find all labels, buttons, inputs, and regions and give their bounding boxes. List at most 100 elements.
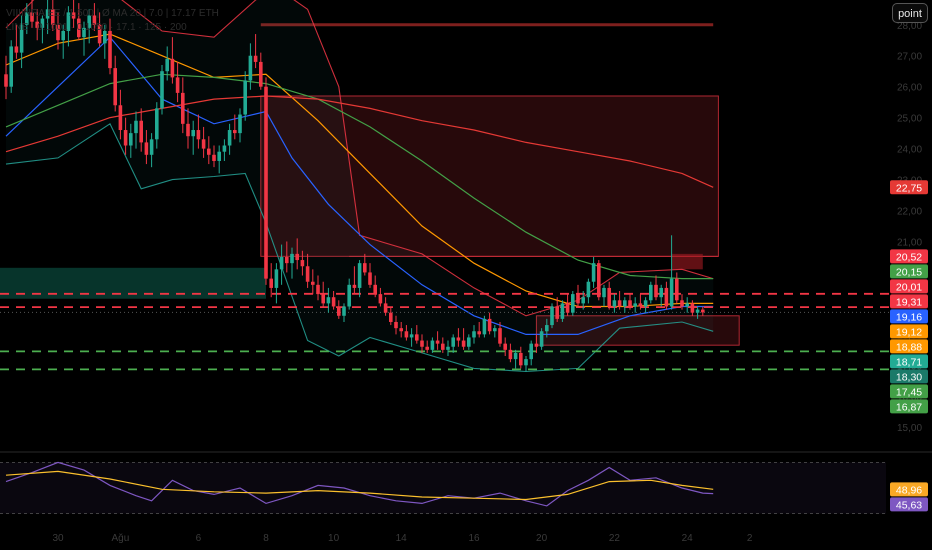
price-label-text: 17,45 <box>896 386 922 398</box>
candle-body <box>524 359 528 366</box>
candle[interactable] <box>274 263 279 304</box>
price-label-text: 20,15 <box>896 266 922 278</box>
price-label-text: 16,87 <box>896 401 922 413</box>
candle-body <box>612 300 617 307</box>
candle-body <box>227 130 232 146</box>
candle-body <box>576 294 580 304</box>
candle-body <box>461 340 466 347</box>
x-tick-label: 20 <box>536 533 548 544</box>
candle[interactable] <box>264 77 268 285</box>
candle-body <box>108 30 112 69</box>
candle-body <box>415 334 419 341</box>
candle-body <box>529 343 533 360</box>
candle-body <box>623 300 627 307</box>
candle-body <box>591 263 596 282</box>
y-tick-label: 21,00 <box>897 237 922 248</box>
price-label-text: 19,31 <box>896 296 922 308</box>
candle-body <box>123 130 128 146</box>
candle[interactable] <box>160 65 164 115</box>
price-label-text: 18,30 <box>896 371 922 383</box>
candle-body <box>259 61 263 87</box>
x-tick-label: 10 <box>328 533 340 544</box>
candle-body <box>617 300 622 307</box>
x-tick-label: 14 <box>396 533 408 544</box>
price-label: 19,16 <box>890 309 928 324</box>
candle-body <box>264 86 268 279</box>
rsi-band <box>0 462 886 514</box>
candle-body <box>347 284 351 307</box>
candle[interactable] <box>597 260 601 301</box>
candle-body <box>279 256 284 270</box>
candle-body <box>680 300 684 307</box>
candle[interactable] <box>649 281 653 304</box>
point-button[interactable]: point <box>892 3 928 23</box>
candle-body <box>675 278 679 301</box>
candle-body <box>269 278 273 288</box>
candle-body <box>222 145 227 152</box>
candle[interactable] <box>560 300 565 322</box>
candle-body <box>357 263 362 288</box>
candle[interactable] <box>571 291 575 316</box>
candle-body <box>441 343 445 350</box>
candle-body <box>633 303 637 307</box>
candle-body <box>404 331 409 338</box>
price-label: 19,31 <box>890 294 928 309</box>
candle-body <box>493 328 497 332</box>
candle[interactable] <box>591 256 596 288</box>
candle-body <box>513 352 518 360</box>
candle-body <box>243 80 247 115</box>
x-tick-label: 6 <box>196 533 202 544</box>
candle-body <box>165 58 169 72</box>
candle-body <box>233 130 237 134</box>
candle-body <box>456 337 461 341</box>
candle-body <box>446 346 450 350</box>
candle-body <box>654 284 658 298</box>
candle-body <box>597 263 601 298</box>
candle-body <box>181 92 185 124</box>
y-tick-label: 26,00 <box>897 83 922 94</box>
candle-body <box>253 55 258 62</box>
candle-body <box>519 352 523 366</box>
candle[interactable] <box>539 328 544 350</box>
candle-body <box>425 346 429 350</box>
y-tick-label: 25,00 <box>897 114 922 125</box>
zone-red-small <box>671 253 703 270</box>
x-tick-label: 16 <box>468 533 480 544</box>
candle-body <box>555 306 559 319</box>
candle-body <box>337 306 341 316</box>
candle-body <box>196 130 201 140</box>
candle-body <box>352 284 357 288</box>
candle[interactable] <box>576 284 580 307</box>
candle[interactable] <box>550 303 554 329</box>
candle[interactable] <box>9 40 13 93</box>
rsi-price-label: 48,96 <box>890 482 928 497</box>
candle-body <box>170 58 175 78</box>
rsi-price-label-text: 48,96 <box>896 484 922 496</box>
candle-body <box>285 256 289 264</box>
candle-body <box>685 303 689 307</box>
candle-body <box>602 287 606 298</box>
x-tick-label: 8 <box>263 533 269 544</box>
chart-canvas[interactable]: 15,0016,0017,0018,0019,0020,0021,0022,00… <box>0 0 932 550</box>
candle-body <box>669 278 674 307</box>
candle[interactable] <box>269 263 273 298</box>
candle-body <box>149 139 154 155</box>
price-label: 19,12 <box>890 324 928 339</box>
candle[interactable] <box>565 294 570 316</box>
candle-body <box>305 266 310 282</box>
candle-body <box>201 139 206 149</box>
candle-body <box>550 306 554 326</box>
candle-body <box>373 284 377 295</box>
candle-body <box>690 303 695 313</box>
y-tick-label: 27,00 <box>897 52 922 63</box>
candle-body <box>186 123 190 137</box>
candle-body <box>571 294 575 313</box>
candle-body <box>134 120 138 134</box>
candle-body <box>144 142 149 155</box>
candle[interactable] <box>482 315 487 338</box>
candle-body <box>695 309 700 313</box>
candle-body <box>628 300 632 307</box>
candle-body <box>701 309 705 313</box>
legend-line-1: VIIIINRA EE / 1 500 | Ø MA 20 | 7.0 | 17… <box>6 8 219 19</box>
x-tick-label: 30 <box>52 533 64 544</box>
